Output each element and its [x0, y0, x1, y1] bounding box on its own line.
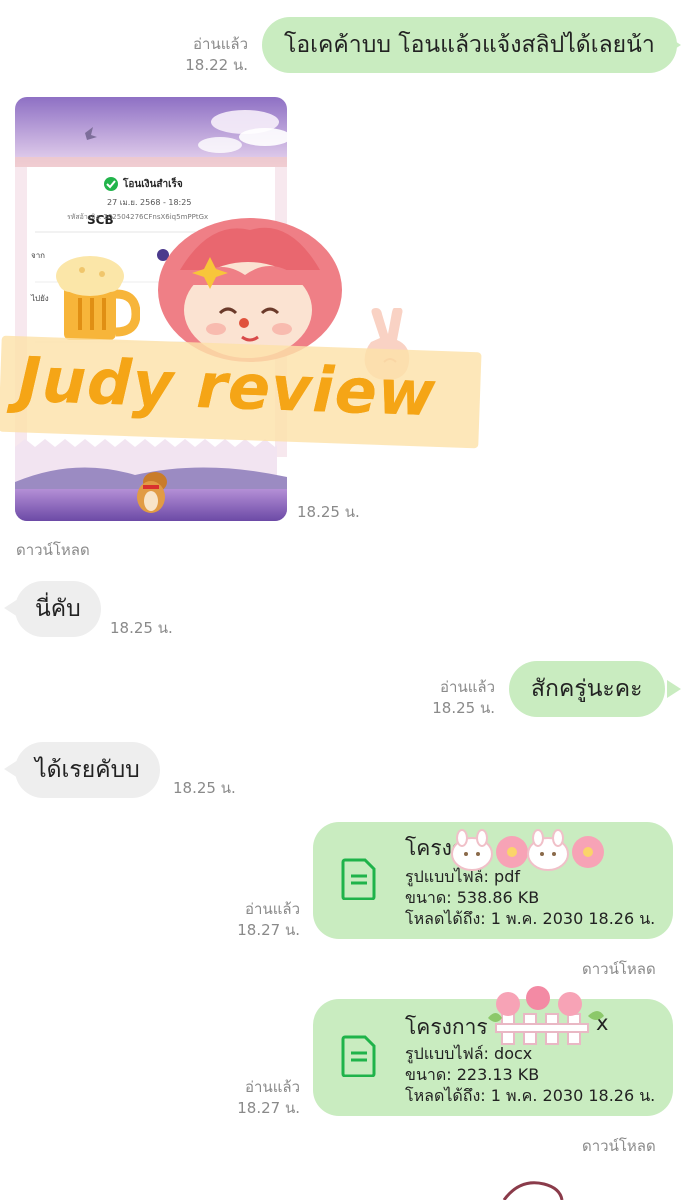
download-link[interactable]: ดาวน์โหลด	[582, 1134, 656, 1158]
read-receipt: อ่านแล้ว 18.25 น.	[432, 678, 495, 717]
message-time: 18.25 น.	[110, 619, 173, 637]
slip-status: โอนเงินสำเร็จ	[123, 179, 183, 190]
flower-fence-sticker	[488, 986, 604, 1045]
file-expiry: โหลดได้ถึง: 1 พ.ค. 2030 18.26 น.	[405, 1086, 656, 1105]
document-icon	[341, 858, 376, 900]
message-time: 18.25 น.	[297, 503, 360, 521]
outgoing-message-bubble[interactable]: สักครู่นะคะ	[509, 661, 665, 717]
incoming-message-bubble[interactable]: นี่คับ	[15, 581, 101, 637]
download-link[interactable]: ดาวน์โหลด	[16, 538, 90, 562]
incoming-message-bubble[interactable]: ได้เรยคับบ	[15, 742, 160, 798]
read-receipt: อ่านแล้ว 18.27 น.	[237, 1078, 300, 1117]
message-time: 18.25 น.	[173, 779, 236, 797]
slip-from-label: จาก	[31, 251, 46, 260]
message-text: สักครู่นะคะ	[531, 676, 643, 702]
message-text: ได้เรยคับบ	[35, 757, 140, 783]
file-name: โครงการ	[405, 1015, 488, 1039]
file-expiry: โหลดได้ถึง: 1 พ.ค. 2030 18.26 น.	[405, 909, 656, 928]
read-receipt: อ่านแล้ว 18.27 น.	[237, 900, 300, 939]
file-size: ขนาด: 223.13 KB	[405, 1065, 540, 1084]
file-size: ขนาด: 538.86 KB	[405, 888, 540, 907]
bubble-tail	[667, 36, 681, 54]
partial-sticker	[502, 1181, 564, 1200]
message-text: โอเคค้าบบ โอนแล้วแจ้งสลิปได้เลยน้า	[284, 32, 655, 58]
bubble-tail	[667, 680, 681, 698]
slip-date: 27 เม.ย. 2568 - 18:25	[107, 198, 192, 207]
slip-to-label: ไปยัง	[31, 294, 49, 303]
download-link[interactable]: ดาวน์โหลด	[582, 957, 656, 981]
watermark-text: Judy review	[16, 342, 438, 431]
message-text: นี่คับ	[35, 596, 81, 622]
read-receipt: อ่านแล้ว 18.22 น.	[185, 35, 248, 74]
bunny-flower-sticker	[451, 829, 604, 871]
beer-mug-sticker	[56, 256, 140, 340]
document-icon	[341, 1035, 376, 1077]
outgoing-message-bubble[interactable]: โอเคค้าบบ โอนแล้วแจ้งสลิปได้เลยน้า	[262, 17, 677, 73]
